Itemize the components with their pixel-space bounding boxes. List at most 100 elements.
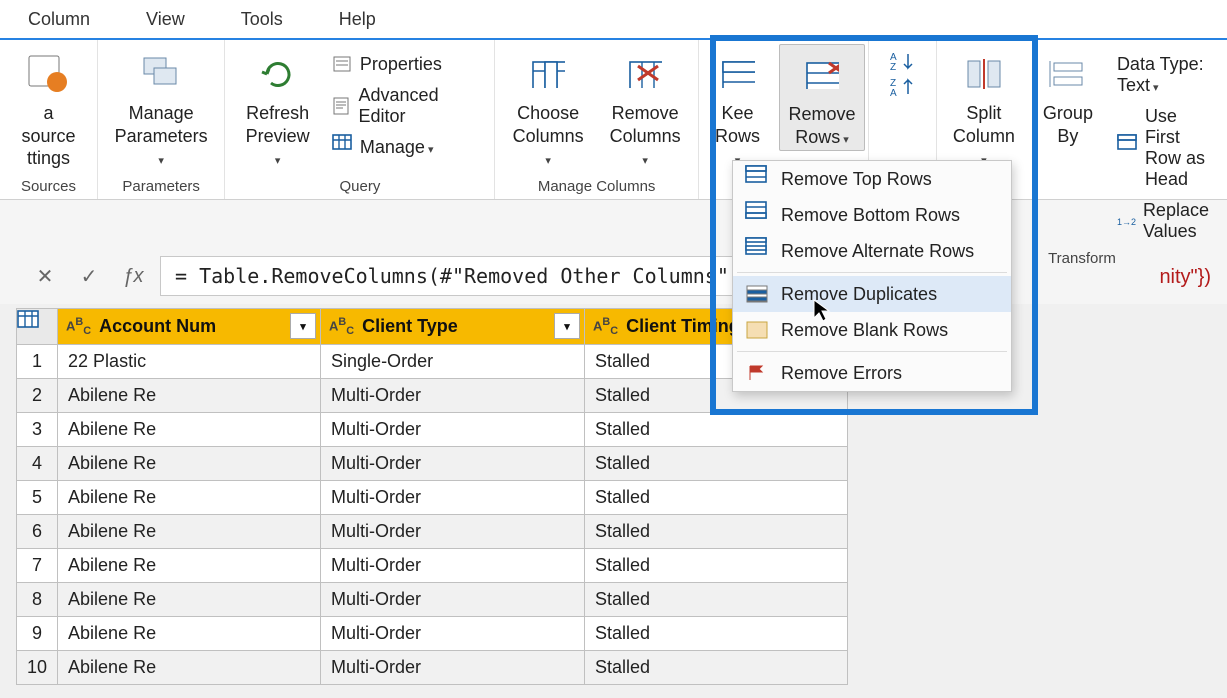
cell-client-type[interactable]: Multi-Order bbox=[321, 413, 585, 447]
cell-client-timing[interactable]: Stalled bbox=[585, 549, 848, 583]
table-row[interactable]: 6Abilene ReMulti-OrderStalled bbox=[17, 515, 848, 549]
remove-alternate-rows-item[interactable]: Remove Alternate Rows bbox=[733, 233, 1011, 269]
cell-account-num[interactable]: Abilene Re bbox=[58, 447, 321, 481]
cell-client-type[interactable]: Multi-Order bbox=[321, 549, 585, 583]
cell-client-timing[interactable]: Stalled bbox=[585, 447, 848, 481]
text-type-icon: ABC bbox=[329, 316, 354, 337]
row-number[interactable]: 3 bbox=[17, 413, 58, 447]
cell-client-type[interactable]: Multi-Order bbox=[321, 617, 585, 651]
manage-button[interactable]: Manage bbox=[328, 135, 487, 160]
replace-values-button[interactable]: 1→2 Replace Values bbox=[1113, 198, 1219, 244]
cell-client-timing[interactable]: Stalled bbox=[585, 413, 848, 447]
split-column-button[interactable]: SplitColumn bbox=[945, 44, 1023, 172]
group-by-button[interactable]: GroupBy bbox=[1029, 44, 1107, 149]
cell-client-timing[interactable]: Stalled bbox=[585, 515, 848, 549]
cell-client-type[interactable]: Multi-Order bbox=[321, 447, 585, 481]
cell-client-type[interactable]: Single-Order bbox=[321, 345, 585, 379]
advanced-editor-button[interactable]: Advanced Editor bbox=[328, 83, 487, 129]
filter-button[interactable]: ▾ bbox=[554, 313, 580, 339]
text-type-icon: ABC bbox=[593, 316, 618, 337]
group-label-manage-columns: Manage Columns bbox=[538, 172, 656, 203]
row-number[interactable]: 5 bbox=[17, 481, 58, 515]
cell-client-type[interactable]: Multi-Order bbox=[321, 651, 585, 685]
choose-columns-button[interactable]: ChooseColumns bbox=[503, 44, 594, 172]
data-type-button[interactable]: Data Type: Text bbox=[1113, 52, 1219, 98]
keep-rows-icon bbox=[714, 50, 762, 98]
cell-client-timing[interactable]: Stalled bbox=[585, 617, 848, 651]
cell-client-timing[interactable]: Stalled bbox=[585, 651, 848, 685]
cell-account-num[interactable]: Abilene Re bbox=[58, 413, 321, 447]
remove-bottom-rows-item[interactable]: Remove Bottom Rows bbox=[733, 197, 1011, 233]
row-number[interactable]: 7 bbox=[17, 549, 58, 583]
cell-account-num[interactable]: Abilene Re bbox=[58, 379, 321, 413]
formula-input[interactable]: = Table.RemoveColumns(#"Removed Other Co… bbox=[160, 256, 748, 296]
remove-rows-icon bbox=[798, 51, 846, 99]
cell-client-type[interactable]: Multi-Order bbox=[321, 379, 585, 413]
row-number[interactable]: 9 bbox=[17, 617, 58, 651]
properties-button[interactable]: Properties bbox=[328, 52, 487, 77]
row-number[interactable]: 1 bbox=[17, 345, 58, 379]
cell-account-num[interactable]: Abilene Re bbox=[58, 481, 321, 515]
manage-parameters-button[interactable]: ManageParameters bbox=[105, 44, 218, 172]
remove-columns-button[interactable]: RemoveColumns bbox=[600, 44, 691, 172]
cell-account-num[interactable]: Abilene Re bbox=[58, 583, 321, 617]
cell-account-num[interactable]: Abilene Re bbox=[58, 515, 321, 549]
remove-blank-rows-item[interactable]: Remove Blank Rows bbox=[733, 312, 1011, 348]
ribbon: a sourcettings Sources ManageParameters … bbox=[0, 40, 1227, 200]
menu-view[interactable]: View bbox=[118, 1, 213, 38]
refresh-preview-button[interactable]: RefreshPreview bbox=[233, 44, 321, 172]
fx-icon[interactable]: ƒx bbox=[116, 259, 150, 293]
cancel-formula-icon[interactable]: ✕ bbox=[28, 259, 62, 293]
use-first-row-headers-button[interactable]: Use First Row as Head bbox=[1113, 104, 1219, 192]
cell-account-num[interactable]: Abilene Re bbox=[58, 617, 321, 651]
row-number[interactable]: 2 bbox=[17, 379, 58, 413]
text-type-icon: ABC bbox=[66, 316, 91, 337]
table-corner-button[interactable] bbox=[17, 309, 58, 345]
remove-rows-dropdown: Remove Top Rows Remove Bottom Rows Remov… bbox=[732, 160, 1012, 392]
menu-column[interactable]: Column bbox=[0, 1, 118, 38]
table-row[interactable]: 4Abilene ReMulti-OrderStalled bbox=[17, 447, 848, 481]
table-row[interactable]: 8Abilene ReMulti-OrderStalled bbox=[17, 583, 848, 617]
remove-duplicates-item[interactable]: Remove Duplicates bbox=[733, 276, 1011, 312]
table-row[interactable]: 9Abilene ReMulti-OrderStalled bbox=[17, 617, 848, 651]
cell-client-type[interactable]: Multi-Order bbox=[321, 583, 585, 617]
table-row[interactable]: 5Abilene ReMulti-OrderStalled bbox=[17, 481, 848, 515]
remove-top-rows-item[interactable]: Remove Top Rows bbox=[733, 161, 1011, 197]
cell-account-num[interactable]: 22 Plastic bbox=[58, 345, 321, 379]
table-row[interactable]: 122 PlasticSingle-OrderStalled bbox=[17, 345, 848, 379]
gear-icon bbox=[24, 50, 72, 98]
data-grid: ABCAccount Num ▾ ABCClient Type ▾ ABCCli… bbox=[0, 304, 1227, 685]
table-row[interactable]: 7Abilene ReMulti-OrderStalled bbox=[17, 549, 848, 583]
sort-buttons[interactable]: AZ ZA bbox=[875, 44, 931, 108]
menu-tools[interactable]: Tools bbox=[213, 1, 311, 38]
keep-rows-button[interactable]: KeeRows bbox=[702, 44, 773, 172]
cell-account-num[interactable]: Abilene Re bbox=[58, 549, 321, 583]
filter-button[interactable]: ▾ bbox=[290, 313, 316, 339]
row-number[interactable]: 6 bbox=[17, 515, 58, 549]
sort-az-icon: AZ ZA bbox=[879, 50, 927, 98]
cell-client-timing[interactable]: Stalled bbox=[585, 583, 848, 617]
cell-account-num[interactable]: Abilene Re bbox=[58, 651, 321, 685]
row-number[interactable]: 10 bbox=[17, 651, 58, 685]
row-number[interactable]: 8 bbox=[17, 583, 58, 617]
cell-client-type[interactable]: Multi-Order bbox=[321, 515, 585, 549]
remove-errors-item[interactable]: Remove Errors bbox=[733, 355, 1011, 391]
column-header-client-type[interactable]: ABCClient Type ▾ bbox=[321, 309, 585, 345]
parameters-icon bbox=[137, 50, 185, 98]
row-number[interactable]: 4 bbox=[17, 447, 58, 481]
remove-rows-button[interactable]: RemoveRows bbox=[779, 44, 865, 151]
data-source-settings-button[interactable]: a sourcettings bbox=[8, 44, 89, 172]
remove-columns-icon bbox=[621, 50, 669, 98]
confirm-formula-icon[interactable]: ✓ bbox=[72, 259, 106, 293]
table-row[interactable]: 2Abilene ReMulti-OrderStalled bbox=[17, 379, 848, 413]
table-row[interactable]: 3Abilene ReMulti-OrderStalled bbox=[17, 413, 848, 447]
menu-help[interactable]: Help bbox=[311, 1, 404, 38]
cell-client-timing[interactable]: Stalled bbox=[585, 481, 848, 515]
remove-top-rows-icon bbox=[745, 168, 769, 190]
menu-bar: Column View Tools Help bbox=[0, 0, 1227, 40]
table-row[interactable]: 10Abilene ReMulti-OrderStalled bbox=[17, 651, 848, 685]
cell-client-type[interactable]: Multi-Order bbox=[321, 481, 585, 515]
group-label-query: Query bbox=[339, 172, 380, 203]
column-header-account-num[interactable]: ABCAccount Num ▾ bbox=[58, 309, 321, 345]
remove-bottom-rows-icon bbox=[745, 204, 769, 226]
